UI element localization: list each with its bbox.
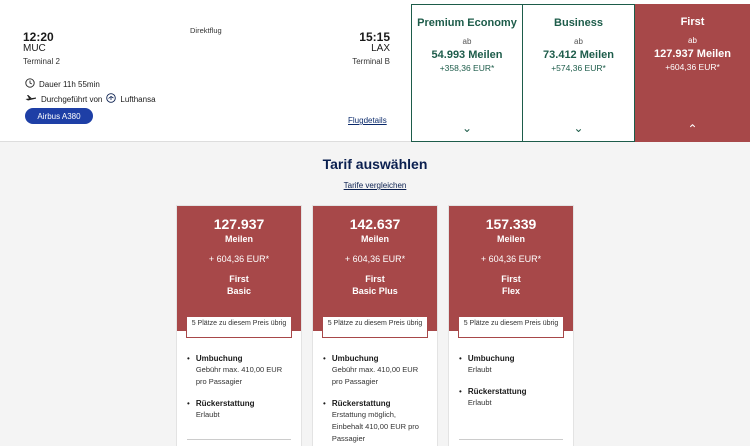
feature-title: Umbuchung [331, 354, 379, 363]
fare-miles: 157.339 [485, 216, 537, 232]
fare-features: • Umbuchung Gebühr max. 410,00 EUR pro P… [313, 331, 437, 445]
departure-code: MUC [23, 43, 46, 54]
chevron-down-icon[interactable]: ⌄ [412, 121, 522, 135]
feature-item: • Rückerstattung Erstattung möglich, Ein… [323, 398, 427, 445]
cabin-name: First [680, 16, 705, 28]
duration-text: Dauer 11h 55min [39, 79, 100, 89]
tarif-title: Tarif auswählen [322, 156, 428, 172]
divider [187, 439, 291, 440]
fare-class: First [501, 274, 521, 284]
bullet-icon: • [187, 354, 190, 363]
fare-card-first-basic[interactable]: 127.937 Meilen + 604,36 EUR* First Basic… [176, 205, 302, 446]
bullet-icon: • [459, 387, 462, 396]
fare-card-header: 142.637 Meilen + 604,36 EUR* First Basic… [313, 206, 437, 331]
feature-text: Gebühr max. 410,00 EUR pro Passagier [331, 365, 419, 386]
chevron-up-icon[interactable]: ⌃ [635, 122, 750, 136]
feature-item: • Umbuchung Gebühr max. 410,00 EUR pro P… [187, 353, 291, 388]
divider [459, 439, 563, 440]
feature-title: Rückerstattung [331, 399, 391, 408]
availability-badge: 5 Plätze zu diesem Preis übrig [186, 316, 292, 338]
operated-by-row: Durchgeführt von Lufthansa [25, 93, 156, 105]
fare-card-header: 127.937 Meilen + 604,36 EUR* First Basic [177, 206, 301, 331]
feature-title: Umbuchung [195, 354, 243, 363]
departure-terminal: Terminal 2 [23, 57, 60, 66]
feature-text: Gebühr max. 410,00 EUR pro Passagier [195, 365, 283, 386]
cabin-surcharge: +574,36 EUR* [551, 63, 606, 73]
feature-item: • Rückerstattung Erlaubt [187, 398, 291, 421]
cabin-surcharge: +604,36 EUR* [665, 62, 720, 72]
aircraft-badge[interactable]: Airbus A380 [25, 108, 93, 124]
plane-icon [25, 94, 37, 105]
cabin-miles: 54.993 Meilen [431, 49, 503, 61]
cabin-name: Business [554, 17, 603, 29]
fare-tariff: Basic Plus [352, 286, 398, 296]
fare-surcharge: + 604,36 EUR* [208, 254, 270, 264]
cabin-from-label: ab [574, 37, 583, 46]
fare-surcharge: + 604,36 EUR* [480, 254, 542, 264]
fare-miles: 142.637 [349, 216, 401, 232]
arrival-code: LAX [371, 43, 390, 54]
flight-header: 12:20 Direktflug 15:15 MUC LAX Terminal … [0, 0, 750, 142]
cabin-name: Premium Economy [417, 17, 517, 29]
bullet-icon: • [323, 354, 326, 363]
cabin-surcharge: +358,36 EUR* [439, 63, 495, 73]
compare-fares-link[interactable]: Tarife vergleichen [0, 181, 750, 190]
fare-class: First [229, 274, 249, 284]
bullet-icon: • [459, 354, 462, 363]
fare-card-first-flex[interactable]: 157.339 Meilen + 604,36 EUR* First Flex … [448, 205, 574, 446]
chevron-down-icon[interactable]: ⌄ [523, 121, 634, 135]
fare-miles-unit: Meilen [496, 234, 525, 244]
crane-logo-icon [106, 93, 117, 105]
bullet-icon: • [323, 399, 326, 408]
feature-text: Erlaubt [467, 365, 492, 374]
feature-item: • Umbuchung Gebühr max. 410,00 EUR pro P… [323, 353, 427, 388]
cabin-from-label: ab [688, 36, 697, 45]
fare-tariff: Basic [226, 286, 252, 296]
fare-class: First [365, 274, 385, 284]
cabin-first[interactable]: First ab 127.937 Meilen +604,36 EUR* ⌃ [635, 4, 750, 142]
fare-card-header: 157.339 Meilen + 604,36 EUR* First Flex [449, 206, 573, 331]
duration-row: Dauer 11h 55min [25, 78, 100, 90]
fare-miles-unit: Meilen [224, 234, 253, 244]
feature-title: Umbuchung [467, 354, 515, 363]
feature-text: Erstattung möglich, Einbehalt 410,00 EUR… [331, 410, 419, 443]
flight-info: 12:20 Direktflug 15:15 MUC LAX Terminal … [0, 0, 410, 142]
fare-miles: 127.937 [213, 216, 265, 232]
cabin-business[interactable]: Business ab 73.412 Meilen +574,36 EUR* ⌄ [523, 4, 635, 142]
feature-title: Rückerstattung [467, 387, 527, 396]
cabin-miles: 127.937 Meilen [653, 48, 732, 60]
cabin-miles: 73.412 Meilen [543, 49, 614, 61]
feature-text: Erlaubt [467, 398, 492, 407]
flight-type: Direktflug [190, 26, 222, 35]
cabin-premium-economy[interactable]: Premium Economy ab 54.993 Meilen +358,36… [411, 4, 523, 142]
availability-badge: 5 Plätze zu diesem Preis übrig [458, 316, 564, 338]
cabin-from-label: ab [462, 37, 472, 46]
departure-time: 12:20 [23, 30, 54, 44]
airline-name: Lufthansa [120, 94, 156, 104]
arrival-time: 15:15 [359, 30, 390, 44]
fare-card-first-basic-plus[interactable]: 142.637 Meilen + 604,36 EUR* First Basic… [312, 205, 438, 446]
clock-icon [25, 78, 35, 90]
feature-text: Erlaubt [195, 410, 220, 419]
feature-item: • Rückerstattung Erlaubt [459, 386, 563, 409]
fare-features: • Umbuchung Gebühr max. 410,00 EUR pro P… [177, 331, 301, 421]
fare-tariff: Flex [501, 286, 520, 296]
fare-surcharge: + 604,36 EUR* [344, 254, 406, 264]
availability-badge: 5 Plätze zu diesem Preis übrig [322, 316, 428, 338]
feature-item: • Umbuchung Erlaubt [459, 353, 563, 376]
feature-title: Rückerstattung [195, 399, 255, 408]
fare-features: • Umbuchung Erlaubt • Rückerstattung Erl… [449, 331, 573, 409]
bullet-icon: • [187, 399, 190, 408]
arrival-terminal: Terminal B [352, 57, 390, 66]
fare-miles-unit: Meilen [360, 234, 389, 244]
operated-by-label: Durchgeführt von [41, 94, 103, 104]
flight-details-link[interactable]: Flugdetails [348, 116, 387, 125]
